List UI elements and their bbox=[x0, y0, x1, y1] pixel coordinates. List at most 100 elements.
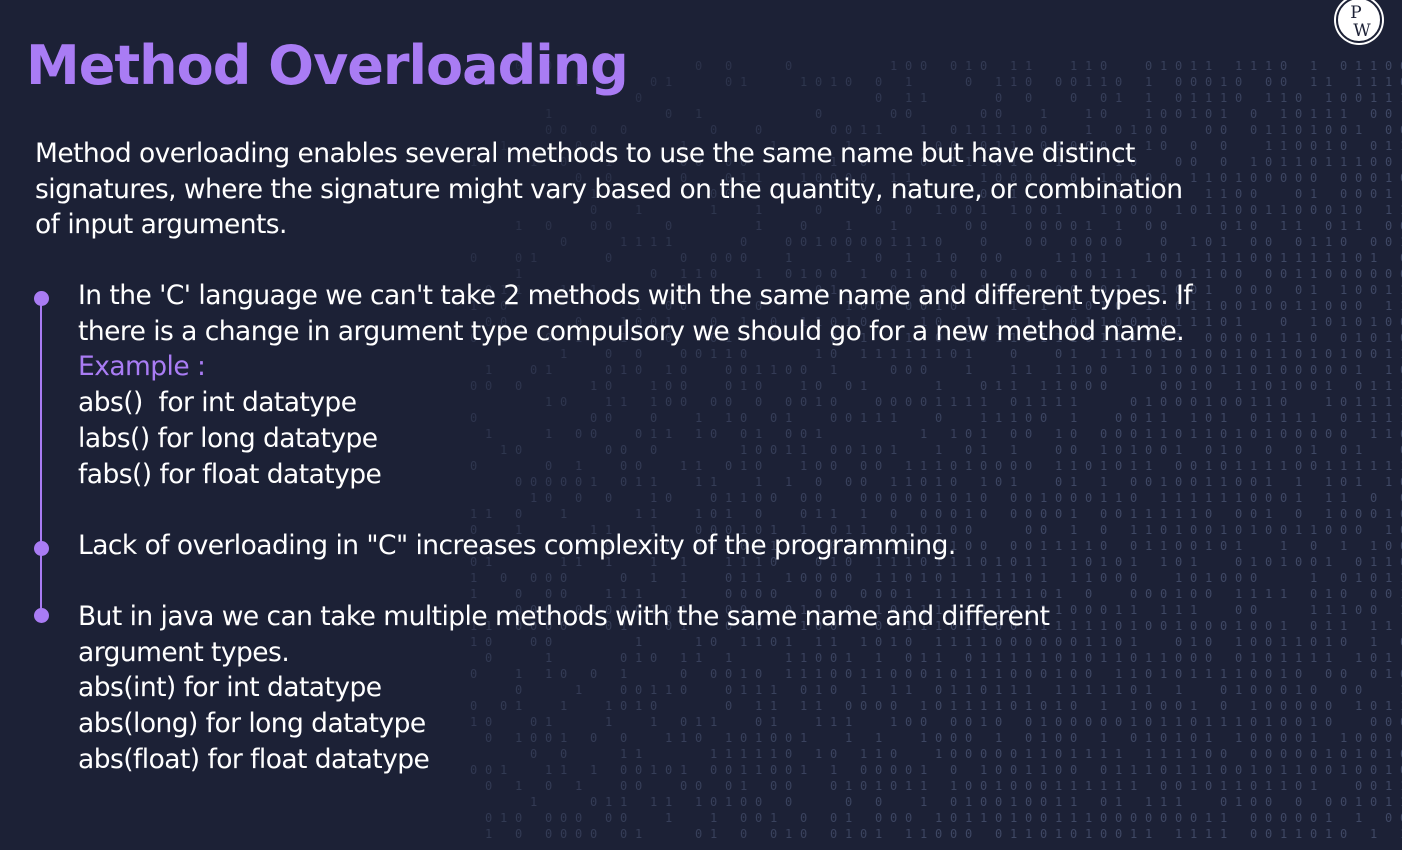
binary-glyph: 1 bbox=[1010, 795, 1017, 809]
binary-glyph: 0 bbox=[1235, 91, 1242, 105]
binary-glyph: 1 bbox=[1175, 715, 1182, 729]
binary-glyph: 1 bbox=[1010, 75, 1017, 89]
binary-glyph: 0 bbox=[860, 491, 867, 505]
binary-glyph: 0 bbox=[1370, 731, 1377, 745]
binary-glyph: 0 bbox=[485, 779, 492, 793]
binary-glyph: 0 bbox=[1340, 795, 1347, 809]
binary-glyph: 1 bbox=[1235, 459, 1242, 473]
binary-glyph: 0 bbox=[1280, 683, 1287, 697]
binary-glyph: 0 bbox=[845, 75, 852, 89]
binary-glyph: 0 bbox=[1340, 411, 1347, 425]
binary-glyph: 0 bbox=[905, 811, 912, 825]
binary-glyph: 1 bbox=[1250, 699, 1257, 713]
binary-glyph: 0 bbox=[935, 827, 942, 841]
binary-glyph: 1 bbox=[845, 811, 852, 825]
binary-glyph: 1 bbox=[650, 491, 657, 505]
binary-glyph: 0 bbox=[830, 123, 837, 137]
binary-glyph: 0 bbox=[1250, 475, 1257, 489]
binary-glyph: 1 bbox=[1190, 827, 1197, 841]
binary-glyph: 0 bbox=[1340, 587, 1347, 601]
binary-glyph: 1 bbox=[1040, 107, 1047, 121]
binary-glyph: 1 bbox=[1175, 763, 1182, 777]
binary-glyph: 0 bbox=[920, 491, 927, 505]
binary-glyph: 1 bbox=[1235, 683, 1242, 697]
binary-glyph: 0 bbox=[935, 571, 942, 585]
binary-glyph: 0 bbox=[755, 123, 762, 137]
binary-glyph: 1 bbox=[1205, 667, 1212, 681]
binary-glyph: 1 bbox=[1070, 523, 1077, 537]
binary-glyph: 0 bbox=[1325, 123, 1332, 137]
binary-glyph: 0 bbox=[1010, 507, 1017, 521]
binary-glyph: 0 bbox=[1250, 283, 1257, 297]
binary-glyph: 1 bbox=[1115, 779, 1122, 793]
bullet-dot bbox=[34, 291, 49, 306]
binary-glyph: 1 bbox=[830, 507, 837, 521]
binary-glyph: 1 bbox=[1325, 459, 1332, 473]
binary-glyph: 0 bbox=[1220, 619, 1227, 633]
binary-glyph: 0 bbox=[950, 827, 957, 841]
binary-glyph: 0 bbox=[1190, 539, 1197, 553]
binary-glyph: 0 bbox=[1025, 795, 1032, 809]
binary-glyph: 0 bbox=[755, 795, 762, 809]
binary-glyph: 0 bbox=[1325, 347, 1332, 361]
binary-glyph: 1 bbox=[1325, 619, 1332, 633]
binary-glyph: 1 bbox=[1280, 411, 1287, 425]
binary-glyph: 0 bbox=[1085, 651, 1092, 665]
binary-glyph: 1 bbox=[1175, 827, 1182, 841]
binary-glyph: 1 bbox=[1295, 267, 1302, 281]
binary-glyph: 1 bbox=[1160, 747, 1167, 761]
binary-glyph: 1 bbox=[515, 779, 522, 793]
binary-glyph: 1 bbox=[1235, 731, 1242, 745]
binary-glyph: 1 bbox=[1100, 779, 1107, 793]
binary-glyph: 0 bbox=[1130, 811, 1137, 825]
binary-glyph: 0 bbox=[1025, 779, 1032, 793]
binary-glyph: 1 bbox=[1175, 571, 1182, 585]
binary-glyph: 0 bbox=[1370, 667, 1377, 681]
binary-glyph: 0 bbox=[1025, 123, 1032, 137]
binary-glyph: 0 bbox=[605, 491, 612, 505]
binary-glyph: 0 bbox=[1355, 779, 1362, 793]
binary-glyph: 0 bbox=[620, 571, 627, 585]
binary-glyph: 1 bbox=[1160, 651, 1167, 665]
binary-glyph: 0 bbox=[1340, 299, 1347, 313]
binary-glyph: 0 bbox=[1070, 827, 1077, 841]
binary-glyph: 0 bbox=[995, 107, 1002, 121]
binary-glyph: 1 bbox=[1235, 427, 1242, 441]
binary-glyph: 0 bbox=[1070, 75, 1077, 89]
binary-glyph: 0 bbox=[1325, 795, 1332, 809]
binary-glyph: 1 bbox=[1310, 59, 1317, 73]
binary-glyph: 0 bbox=[725, 75, 732, 89]
binary-glyph: 0 bbox=[500, 571, 507, 585]
binary-glyph: 0 bbox=[1190, 619, 1197, 633]
binary-glyph: 1 bbox=[1205, 459, 1212, 473]
binary-glyph: 1 bbox=[1385, 427, 1392, 441]
binary-glyph: 1 bbox=[1085, 107, 1092, 121]
binary-glyph: 0 bbox=[770, 827, 777, 841]
binary-glyph: 0 bbox=[1295, 715, 1302, 729]
binary-glyph: 0 bbox=[1250, 571, 1257, 585]
binary-glyph: 0 bbox=[1355, 251, 1362, 265]
binary-glyph: 1 bbox=[1280, 251, 1287, 265]
binary-glyph: 1 bbox=[755, 571, 762, 585]
binary-glyph: 1 bbox=[485, 827, 492, 841]
binary-glyph: 0 bbox=[710, 507, 717, 521]
binary-glyph: 1 bbox=[635, 507, 642, 521]
binary-glyph: 1 bbox=[1190, 491, 1197, 505]
binary-glyph: 0 bbox=[1295, 779, 1302, 793]
binary-glyph: 0 bbox=[1340, 667, 1347, 681]
binary-glyph: 0 bbox=[1040, 779, 1047, 793]
binary-glyph: 1 bbox=[1340, 491, 1347, 505]
binary-glyph: 0 bbox=[1160, 523, 1167, 537]
binary-glyph: 0 bbox=[1175, 107, 1182, 121]
binary-glyph: 1 bbox=[1205, 731, 1212, 745]
binary-glyph: 0 bbox=[1325, 715, 1332, 729]
binary-glyph: 1 bbox=[1070, 571, 1077, 585]
binary-glyph: 1 bbox=[905, 779, 912, 793]
binary-glyph: 1 bbox=[1190, 747, 1197, 761]
binary-glyph: 0 bbox=[620, 827, 627, 841]
binary-glyph: 1 bbox=[935, 251, 942, 265]
binary-glyph: 1 bbox=[1070, 539, 1077, 553]
binary-glyph: 1 bbox=[1220, 523, 1227, 537]
binary-glyph: 1 bbox=[920, 91, 927, 105]
binary-glyph: 0 bbox=[1250, 667, 1257, 681]
